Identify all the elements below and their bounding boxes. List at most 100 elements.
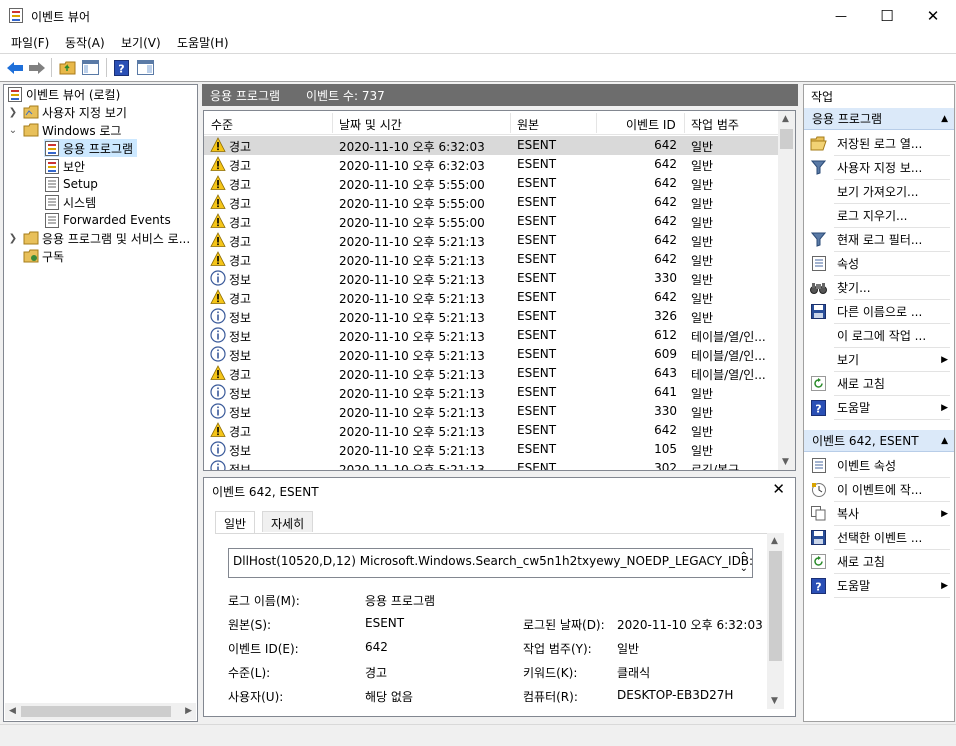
action-item[interactable]: 다른 이름으로 ...: [804, 300, 954, 323]
event-row[interactable]: 정보 2020-11-10 오후 5:21:13 ESENT 105 일반: [204, 440, 780, 459]
event-row[interactable]: 정보 2020-11-10 오후 5:21:13 ESENT 302 로깅/복구: [204, 459, 780, 470]
column-event-id[interactable]: 이벤트 ID: [626, 116, 676, 133]
event-row[interactable]: 경고 2020-11-10 오후 5:21:13 ESENT 642 일반: [204, 288, 780, 307]
forward-icon[interactable]: [26, 57, 47, 78]
scroll-up-icon[interactable]: ▲: [771, 536, 778, 546]
event-viewer-app-icon: [9, 8, 23, 23]
tree-item-forwarded-events[interactable]: Forwarded Events: [44, 211, 171, 229]
action-item[interactable]: 속성: [804, 252, 954, 275]
event-category: 일반: [691, 406, 714, 420]
action-item[interactable]: 사용자 지정 보...: [804, 156, 954, 179]
help-icon[interactable]: ?: [111, 57, 132, 78]
action-label: 보기: [837, 353, 860, 367]
tree-item-system-log[interactable]: 시스템: [44, 193, 96, 211]
tab-general[interactable]: 일반: [215, 511, 256, 533]
close-icon[interactable]: ✕: [772, 480, 785, 498]
show-hide-action-pane-icon[interactable]: [135, 57, 156, 78]
column-datetime[interactable]: 날짜 및 시간: [339, 116, 402, 133]
event-row[interactable]: 경고 2020-11-10 오후 6:32:03 ESENT 642 일반: [204, 155, 780, 174]
chevron-down-icon[interactable]: ⌄: [740, 563, 748, 574]
column-divider[interactable]: [684, 113, 685, 133]
column-category[interactable]: 작업 범주: [691, 116, 739, 133]
tree-item-application-log[interactable]: 응용 프로그램: [44, 139, 138, 157]
menu-action[interactable]: 동작(A): [65, 34, 105, 51]
event-row[interactable]: 정보 2020-11-10 오후 5:21:13 ESENT 326 일반: [204, 307, 780, 326]
column-source[interactable]: 원본: [517, 116, 539, 133]
column-level[interactable]: 수준: [211, 116, 233, 133]
menu-help[interactable]: 도움말(H): [177, 34, 229, 51]
minimize-button[interactable]: —: [818, 0, 864, 31]
action-item[interactable]: 이 로그에 작업 ...: [804, 324, 954, 347]
action-item[interactable]: 새로 고침: [804, 550, 954, 573]
action-item[interactable]: 이 이벤트에 작...: [804, 478, 954, 501]
event-message-box[interactable]: DllHost(10520,D,12) Microsoft.Windows.Se…: [228, 548, 753, 578]
event-row[interactable]: 경고 2020-11-10 오후 5:55:00 ESENT 642 일반: [204, 212, 780, 231]
action-item[interactable]: 이벤트 속성: [804, 454, 954, 477]
event-row[interactable]: 경고 2020-11-10 오후 5:55:00 ESENT 642 일반: [204, 174, 780, 193]
column-divider[interactable]: [596, 113, 597, 133]
menu-view[interactable]: 보기(V): [121, 34, 161, 51]
show-hide-tree-icon[interactable]: [80, 57, 101, 78]
event-row[interactable]: 정보 2020-11-10 오후 5:21:13 ESENT 330 일반: [204, 402, 780, 421]
action-item[interactable]: 새로 고침: [804, 372, 954, 395]
tree-item-windows-logs[interactable]: ⌄ Windows 로그: [7, 121, 121, 139]
chevron-right-icon[interactable]: ❯: [7, 233, 19, 244]
chevron-up-icon[interactable]: ⌃: [740, 551, 748, 562]
action-item[interactable]: ? 도움말 ▶: [804, 574, 954, 597]
scroll-left-icon[interactable]: ◀: [9, 706, 16, 716]
event-row[interactable]: 정보 2020-11-10 오후 5:21:13 ESENT 612 테이블/열/인..…: [204, 326, 780, 345]
event-list-scrollbar[interactable]: ▲ ▼: [778, 111, 795, 470]
menu-file[interactable]: 파일(F): [11, 34, 49, 51]
event-row[interactable]: 정보 2020-11-10 오후 5:21:13 ESENT 330 일반: [204, 269, 780, 288]
scrollbar-thumb[interactable]: [21, 706, 171, 717]
back-icon[interactable]: [4, 57, 25, 78]
action-item[interactable]: 보기 가져오기...: [804, 180, 954, 203]
action-label: 도움말: [837, 401, 871, 415]
event-source: ESENT: [517, 404, 557, 418]
tree-item-custom-views[interactable]: ❯ 사용자 지정 보기: [7, 103, 127, 121]
action-item[interactable]: 현재 로그 필터...: [804, 228, 954, 251]
scrollbar-thumb[interactable]: [780, 129, 793, 149]
maximize-button[interactable]: ☐: [864, 0, 910, 31]
scroll-down-icon[interactable]: ▼: [771, 696, 778, 706]
tree-item-security-log[interactable]: 보안: [44, 157, 85, 175]
action-item[interactable]: ? 도움말 ▶: [804, 396, 954, 419]
event-row[interactable]: 정보 2020-11-10 오후 5:21:13 ESENT 609 테이블/열/인..…: [204, 345, 780, 364]
action-item[interactable]: 찾기...: [804, 276, 954, 299]
event-row[interactable]: 정보 2020-11-10 오후 5:21:13 ESENT 641 일반: [204, 383, 780, 402]
chevron-right-icon[interactable]: ❯: [7, 107, 19, 118]
scroll-up-icon[interactable]: ▲: [782, 114, 789, 124]
tree-horizontal-scrollbar[interactable]: ◀ ▶: [5, 703, 196, 720]
close-button[interactable]: ✕: [910, 0, 956, 31]
folder-up-icon[interactable]: [57, 57, 78, 78]
action-item[interactable]: 로그 지우기...: [804, 204, 954, 227]
action-item[interactable]: 복사 ▶: [804, 502, 954, 525]
column-divider[interactable]: [332, 113, 333, 133]
scroll-down-icon[interactable]: ▼: [782, 457, 789, 467]
event-row[interactable]: 경고 2020-11-10 오후 5:21:13 ESENT 643 테이블/열/인..…: [204, 364, 780, 383]
tree-item-setup-log[interactable]: Setup: [44, 175, 98, 193]
detail-scrollbar[interactable]: ▲ ▼: [767, 533, 784, 709]
event-row[interactable]: 경고 2020-11-10 오후 5:21:13 ESENT 642 일반: [204, 231, 780, 250]
action-item[interactable]: 저장된 로그 열...: [804, 132, 954, 155]
action-item[interactable]: 보기 ▶: [804, 348, 954, 371]
collapse-icon[interactable]: ▲: [941, 114, 948, 124]
column-divider[interactable]: [510, 113, 511, 133]
event-row[interactable]: 경고 2020-11-10 오후 6:32:03 ESENT 642 일반: [204, 136, 780, 155]
tree-item-root[interactable]: 이벤트 뷰어 (로컬): [7, 85, 120, 103]
tree-item-app-services[interactable]: ❯ 응용 프로그램 및 서비스 로...: [7, 229, 190, 247]
chevron-down-icon[interactable]: ⌄: [7, 125, 19, 136]
tab-details[interactable]: 자세히: [262, 511, 314, 532]
actions-section-application[interactable]: 응용 프로그램 ▲: [804, 108, 954, 130]
action-item[interactable]: 선택한 이벤트 ...: [804, 526, 954, 549]
collapse-icon[interactable]: ▲: [941, 436, 948, 446]
scrollbar-thumb[interactable]: [769, 551, 782, 661]
event-row[interactable]: 경고 2020-11-10 오후 5:55:00 ESENT 642 일반: [204, 193, 780, 212]
event-row[interactable]: 경고 2020-11-10 오후 5:21:13 ESENT 642 일반: [204, 250, 780, 269]
tree-item-subscriptions[interactable]: 구독: [23, 247, 64, 265]
log-icon: [44, 176, 60, 192]
actions-section-event[interactable]: 이벤트 642, ESENT ▲: [804, 430, 954, 452]
event-level: 정보: [229, 444, 252, 458]
event-row[interactable]: 경고 2020-11-10 오후 5:21:13 ESENT 642 일반: [204, 421, 780, 440]
scroll-right-icon[interactable]: ▶: [185, 706, 192, 716]
